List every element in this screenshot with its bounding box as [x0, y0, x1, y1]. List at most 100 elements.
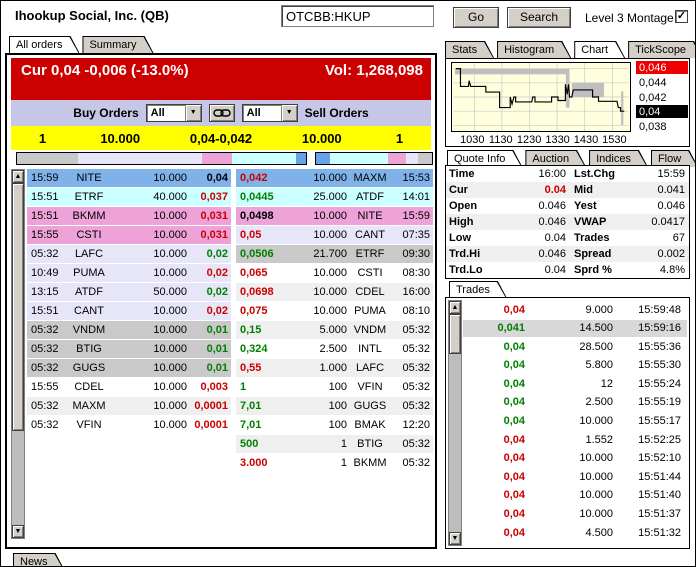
tab-summary[interactable]: Summary: [82, 36, 153, 53]
buy-filter-select[interactable]: All ▼: [145, 104, 202, 122]
ask-row[interactable]: 0,0506 21.700 ETRF 09:30: [236, 245, 433, 263]
trade-row[interactable]: 0,04 10.000 15:51:37: [463, 506, 687, 523]
trade-row[interactable]: 0,04 9.000 15:59:48: [463, 301, 687, 318]
bid-row[interactable]: 05:32 MAXM 10.000 0,0001: [27, 397, 231, 415]
tab-label: Trades: [450, 282, 506, 298]
trade-row[interactable]: 0,041 14.500 15:59:16: [463, 319, 687, 337]
go-button[interactable]: Go: [453, 7, 499, 28]
cell-l: Open: [449, 200, 478, 212]
cell-s: 10.000: [153, 381, 187, 393]
ask-row[interactable]: 0,065 10.000 CSTI 08:30: [236, 264, 433, 282]
cell-t: 15:52:25: [638, 433, 681, 446]
ask-row[interactable]: 0,0698 10.000 CDEL 16:00: [236, 283, 433, 301]
cell-m: ATDF: [75, 286, 103, 298]
chevron-down-icon[interactable]: ▼: [184, 105, 201, 121]
cell-s: 10.000: [153, 267, 187, 279]
ask-row[interactable]: 0,55 1.000 LAFC 05:32: [236, 359, 433, 377]
tab-news[interactable]: News: [13, 553, 65, 567]
cell-l2: Yest: [574, 200, 597, 212]
cell-p: 0,04: [503, 415, 525, 428]
bid-row[interactable]: 15:55 CSTI 10.000 0,031: [27, 226, 231, 244]
tab-trades[interactable]: Trades: [449, 281, 507, 298]
cell-m: NITE: [357, 210, 383, 222]
trade-row[interactable]: 0,04 2.500 15:55:19: [463, 394, 687, 411]
ask-row[interactable]: 1 100 VFIN 05:32: [236, 378, 433, 396]
chevron-down-icon[interactable]: ▼: [280, 105, 297, 121]
trade-row[interactable]: 0,04 4.500 15:51:32: [463, 524, 687, 541]
inside-market-bar: 1 10.000 0,04-0,042 10.000 1: [11, 126, 431, 150]
ask-row[interactable]: 0,042 10.000 MAXM 15:53: [236, 169, 433, 187]
orderbook-scrollbar[interactable]: ▲ ▼: [11, 169, 25, 539]
trade-row[interactable]: 0,04 10.000 15:52:10: [463, 450, 687, 467]
trade-row[interactable]: 0,04 28.500 15:55:36: [463, 338, 687, 355]
sell-filter-select[interactable]: All ▼: [241, 104, 298, 122]
cell-v2: 67: [672, 232, 685, 244]
scroll-down-icon[interactable]: ▼: [12, 525, 24, 538]
quote-info-panel: Time 16:00 Lst.Chg 15:59 Cur 0.04 Mid 0.041 Open…: [445, 165, 690, 279]
bid-row[interactable]: 15:55 CDEL 10.000 0,003: [27, 378, 231, 396]
ask-row[interactable]: 0,0445 25.000 ATDF 14:01: [236, 188, 433, 206]
montage-tabs: All orders Summary: [9, 35, 157, 53]
tab-label: Chart: [575, 42, 624, 58]
scrollbar-thumb[interactable]: [449, 314, 461, 354]
trades-scrollbar[interactable]: ▲ ▼: [448, 300, 462, 546]
bid-row[interactable]: 15:59 NITE 10.000 0,04: [27, 169, 231, 187]
ask-row[interactable]: 0,324 2.500 INTL 05:32: [236, 340, 433, 358]
bid-row[interactable]: 13:15 ATDF 50.000 0,02: [27, 283, 231, 301]
cell-p: 0,075: [240, 305, 268, 317]
scroll-down-icon[interactable]: ▼: [449, 532, 461, 545]
scrollbar-thumb[interactable]: [12, 183, 24, 431]
trade-row[interactable]: 0,04 10.000 15:55:17: [463, 413, 687, 430]
bid-row[interactable]: 15:51 CANT 10.000 0,02: [27, 302, 231, 320]
cell-v: 16:00: [538, 168, 566, 180]
trade-row[interactable]: 0,04 12 15:55:24: [463, 375, 687, 392]
cell-v2: 0.0417: [651, 216, 685, 228]
tab-stats[interactable]: Stats: [445, 41, 494, 58]
cell-s: 10.000: [153, 210, 187, 222]
bid-row[interactable]: 15:51 BKMM 10.000 0,031: [27, 207, 231, 225]
bid-row[interactable]: 10:49 PUMA 10.000 0,02: [27, 264, 231, 282]
bid-row[interactable]: 05:32 LAFC 10.000 0,02: [27, 245, 231, 263]
trade-row[interactable]: 0,04 1.552 15:52:25: [463, 431, 687, 448]
ask-row[interactable]: 3.000 1 BKMM 05:32: [236, 454, 433, 472]
symbol-input[interactable]: [281, 5, 434, 27]
ask-row[interactable]: 0,05 10.000 CANT 07:35: [236, 226, 433, 244]
scroll-up-icon[interactable]: ▲: [449, 301, 461, 314]
cell-s: 10.000: [313, 305, 347, 317]
level3-montage-checkbox[interactable]: ✓: [675, 10, 688, 23]
ask-row[interactable]: 500 1 BTIG 05:32: [236, 435, 433, 453]
tab-histogram[interactable]: Histogram: [497, 41, 571, 58]
cell-p: 0,01: [206, 362, 228, 374]
cell-p: 0,065: [240, 267, 268, 279]
bid-row[interactable]: 05:32 VNDM 10.000 0,01: [27, 321, 231, 339]
bid-row[interactable]: 05:32 VFIN 10.000 0,0001: [27, 416, 231, 434]
trade-row[interactable]: 0,04 10.000 15:51:40: [463, 487, 687, 504]
scroll-up-icon[interactable]: ▲: [12, 170, 24, 183]
tab-tickscope[interactable]: TickScope: [628, 41, 696, 58]
cell-v: 0.04: [544, 264, 566, 276]
cell-s: 10.000: [579, 489, 613, 502]
bid-row[interactable]: 15:51 ETRF 40.000 0,037: [27, 188, 231, 206]
cell-s: 100: [328, 400, 347, 412]
ask-row[interactable]: 7,01 100 GUGS 05:32: [236, 397, 433, 415]
trade-row[interactable]: 0,04 5.800 15:55:30: [463, 357, 687, 374]
cell-l: High: [449, 216, 474, 228]
cell-p: 0,031: [200, 210, 228, 222]
ask-row[interactable]: 0,15 5.000 VNDM 05:32: [236, 321, 433, 339]
ask-row[interactable]: 0,075 10.000 PUMA 08:10: [236, 302, 433, 320]
ask-row[interactable]: 0,0498 10.000 NITE 15:59: [236, 207, 433, 225]
tab-chart[interactable]: Chart: [574, 41, 625, 58]
bid-row[interactable]: 05:32 GUGS 10.000 0,01: [27, 359, 231, 377]
bid-row[interactable]: 05:32 BTIG 10.000 0,01: [27, 340, 231, 358]
cell-v: 0.04: [544, 184, 566, 196]
tab-label: Stats: [446, 42, 493, 58]
search-button[interactable]: Search: [507, 7, 571, 28]
cell-p: 7,01: [240, 419, 262, 431]
tab-all-orders[interactable]: All orders: [9, 36, 79, 53]
trade-row[interactable]: 0,04 10.000 15:51:44: [463, 468, 687, 485]
panel-tabs: Stats Histogram Chart TickScope: [445, 40, 696, 58]
ask-row[interactable]: 7,01 100 BMAK 12:20: [236, 416, 433, 434]
cell-t: 05:32: [31, 400, 59, 412]
link-sides-button[interactable]: [208, 104, 235, 122]
cell-t: 15:59:16: [638, 322, 681, 335]
